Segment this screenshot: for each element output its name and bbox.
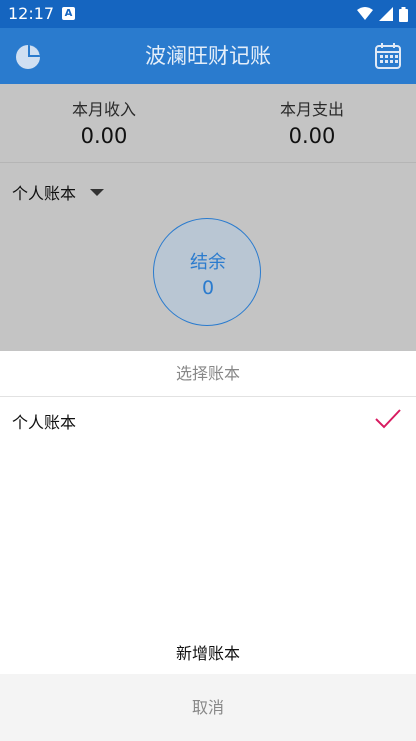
book-selector-label: 个人账本 — [12, 184, 77, 203]
signal-icon — [379, 7, 393, 21]
balance-value: 0 — [201, 277, 215, 299]
book-list-item-label: 个人账本 — [12, 413, 77, 432]
add-book-button[interactable]: 新增账本 — [0, 636, 416, 672]
income-value: 0.00 — [80, 124, 128, 148]
app-title: 波澜旺财记账 — [145, 44, 271, 68]
status-time: 12:17 — [8, 4, 55, 23]
divider — [0, 162, 416, 163]
notification-icon: A — [62, 7, 75, 20]
balance-label: 结余 — [190, 252, 226, 273]
expense-value: 0.00 — [288, 124, 336, 148]
calendar-icon[interactable] — [374, 42, 402, 70]
income-label: 本月收入 — [71, 100, 136, 119]
pie-chart-icon[interactable] — [14, 42, 42, 70]
caret-down-icon — [90, 188, 105, 196]
book-selector[interactable]: 个人账本 — [12, 180, 105, 204]
cancel-label: 取消 — [191, 698, 224, 717]
expense-label: 本月支出 — [279, 100, 344, 119]
battery-icon — [399, 6, 408, 22]
sheet-title: 选择账本 — [175, 364, 240, 383]
status-icons — [357, 6, 408, 22]
check-icon — [375, 409, 401, 429]
wifi-icon — [357, 7, 373, 20]
